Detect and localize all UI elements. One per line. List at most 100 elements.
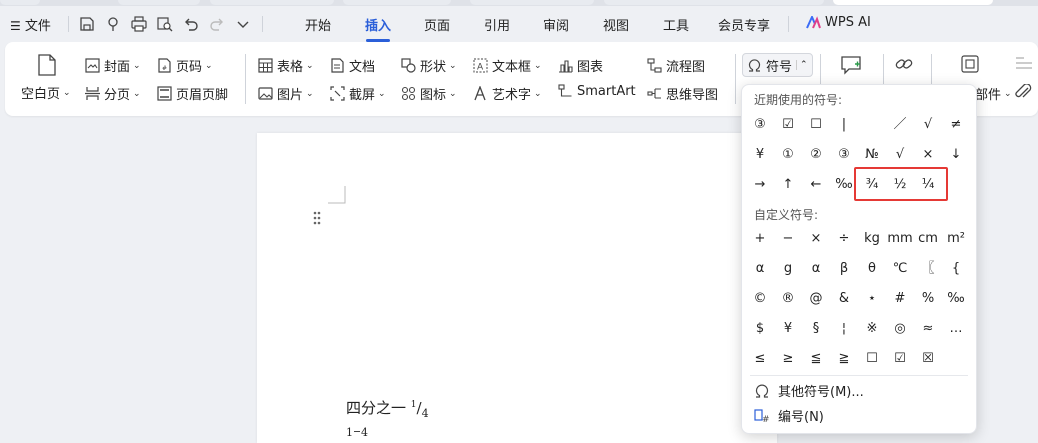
symbol-cell[interactable]: ¾ — [858, 171, 886, 199]
page-break-button[interactable]: 分页 ⌄ — [85, 84, 141, 103]
symbol-cell[interactable]: ≤ — [746, 345, 774, 373]
tab-view[interactable]: 视图 — [603, 15, 629, 34]
symbol-cell[interactable]: ℃ — [886, 255, 914, 283]
symbol-cell[interactable]: ／ — [886, 111, 914, 139]
save-icon[interactable] — [79, 16, 95, 32]
symbol-cell[interactable]: ☑ — [886, 345, 914, 373]
symbol-cell[interactable]: ← — [802, 171, 830, 199]
page-number-button[interactable]: # 页码 ⌄ — [157, 56, 213, 75]
doc-tab[interactable] — [470, 0, 594, 5]
symbol-cell[interactable]: √ — [886, 141, 914, 169]
header-footer-button[interactable]: 页眉页脚 — [157, 84, 228, 103]
document-page[interactable]: 四分之一 1/4 14 — [257, 133, 777, 443]
document-line[interactable]: 14 — [346, 426, 368, 439]
symbol-cell[interactable]: ↓ — [942, 141, 970, 169]
doc-tab[interactable] — [604, 0, 824, 5]
chevron-down-icon[interactable] — [235, 16, 251, 32]
symbol-cell[interactable]: ≈ — [914, 315, 942, 343]
symbol-cell[interactable]: ☐ — [858, 345, 886, 373]
doc-tab[interactable] — [118, 0, 200, 5]
symbol-cell[interactable]: | — [830, 111, 858, 139]
symbol-cell[interactable]: ÷ — [830, 225, 858, 253]
symbol-cell[interactable]: α — [802, 255, 830, 283]
symbol-cell[interactable]: ‰ — [942, 285, 970, 313]
symbol-cell[interactable]: ¼ — [914, 171, 942, 199]
symbol-cell[interactable]: ≧ — [830, 345, 858, 373]
icon-button[interactable]: 图标 ⌄ — [401, 84, 457, 103]
document-button[interactable]: 文档 — [330, 56, 375, 75]
symbol-cell[interactable]: − — [774, 225, 802, 253]
picture-button[interactable]: 图片 ⌄ — [258, 84, 314, 103]
symbol-cell[interactable]: … — [942, 315, 970, 343]
symbol-cell[interactable]: ® — [774, 285, 802, 313]
part-button[interactable]: 部件 ⌄ — [975, 84, 1012, 103]
symbol-cell[interactable]: cm — [914, 225, 942, 253]
attachment-icon[interactable] — [1015, 84, 1033, 100]
symbol-cell[interactable]: & — [830, 285, 858, 313]
symbol-cell[interactable]: 〖 — [914, 255, 942, 283]
cover-button[interactable]: 封面 ⌄ — [85, 56, 141, 75]
symbol-cell[interactable]: × — [802, 225, 830, 253]
symbol-cell[interactable]: kg — [858, 225, 886, 253]
file-menu[interactable]: ☰ 文件 — [10, 15, 51, 34]
doc-tab[interactable] — [210, 0, 334, 5]
symbol-cell[interactable]: → — [746, 171, 774, 199]
symbol-cell[interactable]: ½ — [886, 171, 914, 199]
symbol-cell[interactable]: ¥ — [774, 315, 802, 343]
symbol-cell[interactable]: { — [942, 255, 970, 283]
symbol-cell[interactable]: g — [774, 255, 802, 283]
field-icon[interactable] — [961, 55, 979, 73]
symbol-cell[interactable]: © — [746, 285, 774, 313]
symbol-cell[interactable]: ↑ — [774, 171, 802, 199]
symbol-cell[interactable]: θ — [858, 255, 886, 283]
shape-button[interactable]: 形状 ⌄ — [401, 56, 457, 75]
symbol-cell[interactable]: ¦ — [830, 315, 858, 343]
symbol-cell[interactable]: ① — [774, 141, 802, 169]
smartart-button[interactable]: SmartArt — [558, 84, 636, 99]
symbol-cell[interactable]: § — [802, 315, 830, 343]
symbol-cell[interactable]: ≦ — [802, 345, 830, 373]
symbol-cell[interactable]: ② — [802, 141, 830, 169]
symbol-cell[interactable]: β — [830, 255, 858, 283]
symbol-cell[interactable]: $ — [746, 315, 774, 343]
doc-tab-active[interactable] — [833, 0, 993, 5]
comment-icon[interactable] — [840, 55, 862, 75]
tab-references[interactable]: 引用 — [484, 15, 510, 34]
print-preview-icon[interactable] — [157, 16, 173, 32]
symbol-cell[interactable]: ‰ — [830, 171, 858, 199]
text-box-button[interactable]: A 文本框 ⌄ — [473, 56, 542, 75]
doc-tab[interactable] — [0, 0, 40, 5]
chevron-up-icon[interactable]: ⌃ — [796, 60, 808, 70]
tab-insert[interactable]: 插入 — [365, 15, 391, 34]
symbol-cell[interactable]: ☐ — [802, 111, 830, 139]
tab-review[interactable]: 审阅 — [543, 15, 569, 34]
symbol-cell[interactable]: ※ — [858, 315, 886, 343]
symbol-cell[interactable]: ≠ — [942, 111, 970, 139]
table-button[interactable]: 表格 ⌄ — [258, 56, 314, 75]
export-icon[interactable] — [105, 16, 121, 32]
symbol-cell[interactable]: ③ — [746, 111, 774, 139]
print-icon[interactable] — [131, 16, 147, 32]
symbol-cell[interactable]: √ — [914, 111, 942, 139]
symbol-cell[interactable]: % — [914, 285, 942, 313]
symbol-cell[interactable]: α — [746, 255, 774, 283]
symbol-cell[interactable]: ⋆ — [858, 285, 886, 313]
chart-button[interactable]: 图表 — [558, 56, 603, 75]
symbol-button[interactable]: 符号 ⌃ — [742, 53, 813, 77]
symbol-cell[interactable]: № — [858, 141, 886, 169]
tab-home[interactable]: 开始 — [305, 15, 331, 34]
symbol-cell[interactable]: m² — [942, 225, 970, 253]
symbol-cell[interactable]: mm — [886, 225, 914, 253]
wps-ai-button[interactable]: WPS AI — [806, 15, 871, 30]
undo-icon[interactable] — [183, 16, 199, 32]
symbol-cell[interactable]: @ — [802, 285, 830, 313]
flowchart-button[interactable]: 流程图 — [647, 56, 705, 75]
redo-icon[interactable] — [209, 16, 225, 32]
symbol-cell[interactable]: ☒ — [914, 345, 942, 373]
symbol-cell[interactable]: ¥ — [746, 141, 774, 169]
tab-tools[interactable]: 工具 — [663, 15, 689, 34]
tab-member[interactable]: 会员专享 — [718, 15, 770, 34]
tab-page[interactable]: 页面 — [424, 15, 450, 34]
symbol-cell[interactable]: + — [746, 225, 774, 253]
more-symbols-item[interactable]: 其他符号(M)... — [754, 381, 864, 400]
